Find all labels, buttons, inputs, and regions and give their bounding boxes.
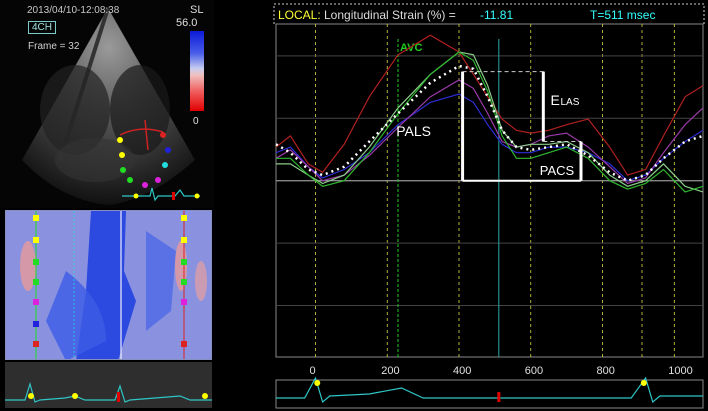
ecg-time-cursor bbox=[497, 392, 501, 402]
ecg-marker-start bbox=[314, 380, 321, 386]
header-local-label: LOCAL: bbox=[278, 8, 321, 22]
scale-label: SL bbox=[190, 4, 204, 16]
ecg-strip-left[interactable] bbox=[5, 362, 212, 408]
header-strain-value: -11.81 bbox=[480, 8, 513, 22]
ecg-trace-left bbox=[5, 362, 212, 408]
strain-chart: LOCAL: Longitudinal Strain (%) = -11.81 T=5… bbox=[272, 0, 708, 411]
elas-label: E bbox=[551, 92, 560, 108]
elas-subscript: LAS bbox=[561, 97, 580, 108]
x-tick-label: 400 bbox=[453, 365, 471, 377]
view-badge[interactable]: 4CH bbox=[28, 21, 57, 34]
scale-bottom-value: 0 bbox=[193, 116, 199, 127]
chart-background bbox=[272, 0, 708, 411]
frame-counter: Frame = 32 bbox=[28, 41, 80, 52]
x-tick-label: 0 bbox=[309, 365, 315, 377]
scale-top-value: 56.0 bbox=[176, 17, 198, 29]
header-metric-label: Longitudinal Strain (%) = bbox=[324, 8, 456, 22]
echo-image-panel[interactable]: 2013/04/10-12:08:38 SL 56.0 4CH Frame = … bbox=[0, 0, 214, 208]
strain-color-scale bbox=[190, 31, 204, 111]
curved-mmode-panel[interactable] bbox=[5, 210, 212, 360]
x-tick-label: 800 bbox=[597, 365, 615, 377]
pacs-label: PACS bbox=[540, 163, 575, 178]
strain-chart-panel[interactable]: LOCAL: Longitudinal Strain (%) = -11.81 T=5… bbox=[272, 0, 708, 411]
header-time-value: T=511 msec bbox=[590, 8, 655, 22]
x-tick-label: 600 bbox=[525, 365, 543, 377]
ecg-marker-end bbox=[640, 380, 647, 386]
ecg-box bbox=[275, 379, 704, 409]
x-tick-label: 1000 bbox=[668, 365, 692, 377]
pals-label: PALS bbox=[396, 123, 431, 139]
mmode-map bbox=[6, 211, 211, 359]
x-tick-label: 200 bbox=[381, 365, 399, 377]
echo-timestamp: 2013/04/10-12:08:38 bbox=[27, 5, 120, 16]
